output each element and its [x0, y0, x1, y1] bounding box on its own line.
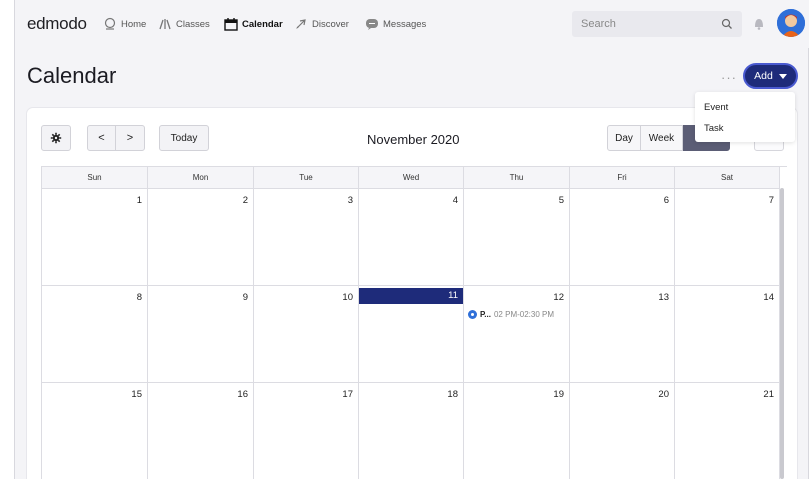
day-number: 4 [452, 195, 458, 206]
day-cell[interactable]: 17 [254, 383, 359, 479]
weekday-header-mon: Mon [148, 167, 254, 189]
nav-discover-label: Discover [312, 18, 349, 30]
day-cell[interactable]: 12 P... 02 PM-02:30 PM [464, 286, 570, 383]
event-title: P... [480, 310, 491, 319]
prev-month-button[interactable]: < [88, 126, 117, 150]
day-number: 6 [663, 195, 669, 206]
view-day-button[interactable]: Day [607, 125, 641, 151]
calendar-settings-button[interactable] [41, 125, 71, 151]
weekday-header-sun: Sun [42, 167, 148, 189]
nav-calendar[interactable]: Calendar [224, 16, 283, 32]
day-cell[interactable]: 15 [42, 383, 148, 479]
month-nav-group: < > [87, 125, 145, 151]
nav-home[interactable]: Home [103, 16, 146, 32]
nav-home-label: Home [121, 18, 147, 30]
more-options-button[interactable]: ··· [721, 70, 737, 85]
day-cell[interactable]: 2 [148, 189, 254, 286]
nav-classes[interactable]: Classes [158, 16, 210, 32]
day-number: 8 [136, 292, 142, 303]
avatar-image [777, 9, 805, 37]
add-button[interactable]: Add [743, 63, 798, 89]
today-button[interactable]: Today [159, 125, 209, 151]
month-title: November 2020 [367, 132, 460, 147]
day-cell[interactable]: 14 [675, 286, 780, 383]
nav-messages[interactable]: Messages [365, 16, 426, 32]
event-time: 02 PM-02:30 PM [493, 310, 555, 319]
day-number: 12 [553, 292, 564, 303]
calendar-icon [224, 18, 238, 31]
app-window: edmodo Home Classes Calendar Discover Me… [14, 0, 809, 479]
day-number: 18 [447, 389, 458, 400]
user-avatar[interactable] [777, 9, 805, 37]
weekday-header-wed: Wed [359, 167, 464, 189]
weekday-header-sat: Sat [675, 167, 780, 189]
day-number: 13 [658, 292, 669, 303]
view-week-button[interactable]: Week [641, 125, 683, 151]
day-cell[interactable]: 16 [148, 383, 254, 479]
day-number: 14 [763, 292, 774, 303]
notification-bell-icon[interactable] [750, 14, 768, 32]
nav-messages-label: Messages [383, 18, 427, 30]
day-cell[interactable]: 19 [464, 383, 570, 479]
day-cell-today[interactable]: 11 [359, 286, 464, 383]
search-input[interactable]: Search [572, 11, 742, 37]
day-cell[interactable]: 21 [675, 383, 780, 479]
day-cell[interactable]: 6 [570, 189, 675, 286]
day-number: 2 [242, 195, 248, 206]
day-number: 9 [242, 292, 248, 303]
day-number: 21 [763, 389, 774, 400]
calendar-card: < > Today November 2020 Day Week Month S… [27, 108, 797, 479]
day-cell[interactable]: 4 [359, 189, 464, 286]
day-cell[interactable]: 13 [570, 286, 675, 383]
day-number: 1 [136, 195, 142, 206]
day-number: 5 [558, 195, 564, 206]
day-number: 16 [237, 389, 248, 400]
weekday-header-tue: Tue [254, 167, 359, 189]
top-nav: edmodo Home Classes Calendar Discover Me… [15, 0, 809, 48]
nav-calendar-label: Calendar [242, 18, 283, 30]
weekday-header-thu: Thu [464, 167, 570, 189]
classes-icon [159, 19, 171, 30]
caret-down-icon [778, 73, 787, 79]
page-title: Calendar [27, 63, 117, 88]
day-cell[interactable]: 9 [148, 286, 254, 383]
day-cell[interactable]: 8 [42, 286, 148, 383]
add-button-label: Add [754, 70, 773, 82]
add-dropdown-menu: Event Task [695, 92, 795, 142]
nav-discover[interactable]: Discover [294, 16, 349, 32]
day-cell[interactable]: 1 [42, 189, 148, 286]
menu-item-event[interactable]: Event [704, 102, 728, 113]
search-icon[interactable] [721, 18, 733, 30]
chat-icon [366, 19, 378, 30]
rocket-icon [296, 19, 306, 29]
day-cell[interactable]: 10 [254, 286, 359, 383]
calendar-event[interactable]: P... 02 PM-02:30 PM [468, 308, 554, 321]
day-cell[interactable]: 7 [675, 189, 780, 286]
day-number: 15 [131, 389, 142, 400]
edmodo-logo[interactable]: edmodo [27, 14, 87, 34]
next-month-button[interactable]: > [116, 126, 144, 150]
weekday-header-fri: Fri [570, 167, 675, 189]
day-number: 19 [553, 389, 564, 400]
nav-classes-label: Classes [176, 18, 210, 30]
calendar-scrollbar[interactable] [780, 188, 784, 479]
day-number: 17 [342, 389, 353, 400]
video-call-icon [468, 310, 477, 319]
day-number: 3 [347, 195, 353, 206]
day-number: 20 [658, 389, 669, 400]
day-cell[interactable]: 3 [254, 189, 359, 286]
day-cell[interactable]: 18 [359, 383, 464, 479]
day-cell[interactable]: 20 [570, 383, 675, 479]
month-grid: Sun Mon Tue Wed Thu Fri Sat 1 2 3 4 5 6 … [41, 166, 787, 479]
home-icon [104, 17, 116, 30]
gear-icon [50, 132, 62, 144]
day-number: 10 [342, 292, 353, 303]
day-cell[interactable]: 5 [464, 189, 570, 286]
search-placeholder: Search [581, 18, 616, 30]
day-number: 7 [768, 195, 774, 206]
today-day-number: 11 [359, 288, 463, 304]
menu-item-task[interactable]: Task [704, 123, 724, 134]
